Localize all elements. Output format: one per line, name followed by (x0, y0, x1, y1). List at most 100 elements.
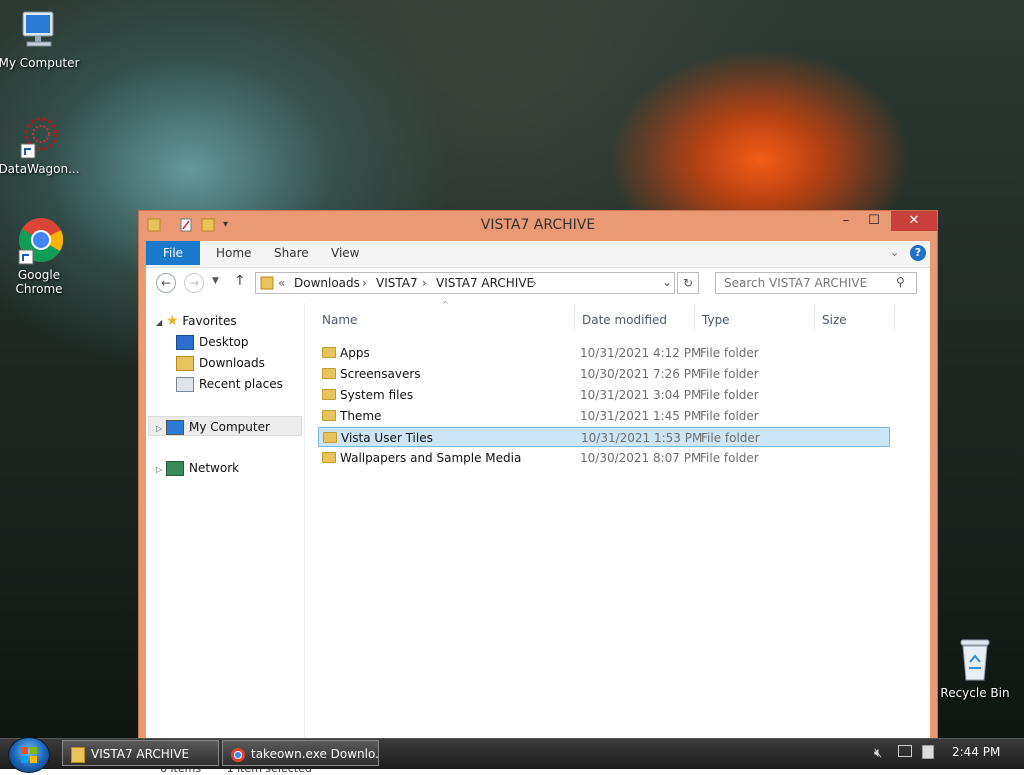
table-row[interactable]: Wallpapers and Sample Media 10/30/2021 8… (318, 448, 890, 468)
address-overflow[interactable]: « (278, 276, 285, 290)
star-icon: ★ (165, 313, 179, 329)
desktop-icon-recycle-bin[interactable]: Recycle Bin (933, 636, 1017, 700)
folder-icon (322, 389, 336, 400)
maximize-button[interactable]: ☐ (861, 211, 887, 231)
table-row[interactable]: Theme 10/31/2021 1:45 PM File folder (318, 406, 890, 426)
nav-item-label: Desktop (199, 335, 249, 349)
expand-icon[interactable]: ▷ (156, 424, 162, 433)
ribbon: File Home Share View ⌄ ? (146, 241, 930, 268)
file-date: 10/30/2021 7:26 PM (580, 367, 702, 381)
nav-item-favorites[interactable]: ◢ ★ Favorites (156, 311, 237, 331)
back-button[interactable]: ← (156, 273, 176, 293)
close-button[interactable]: ✕ (891, 211, 937, 231)
expand-ribbon-icon[interactable]: ⌄ (890, 246, 899, 259)
forward-button[interactable]: → (184, 273, 204, 293)
recent-locations-icon[interactable]: ▼ (212, 276, 219, 286)
desktop-icon-google-chrome[interactable]: Google Chrome (0, 216, 81, 296)
desktop-icon-label: Google Chrome (15, 268, 63, 296)
folder-icon (71, 746, 85, 763)
desktop: My Computer DataWagon... Google Chrome R… (0, 0, 1024, 775)
table-row-selected[interactable]: Vista User Tiles 10/31/2021 1:53 PM File… (318, 427, 890, 447)
nav-item-downloads[interactable]: Downloads (176, 353, 265, 373)
taskbar-item-chrome[interactable]: takeown.exe Downlo... (222, 740, 379, 766)
table-row[interactable]: Screensavers 10/30/2021 7:26 PM File fol… (318, 364, 890, 384)
breadcrumb-chevron-icon[interactable]: › (532, 276, 537, 290)
table-row[interactable]: System files 10/31/2021 3:04 PM File fol… (318, 385, 890, 405)
column-header-name[interactable]: Name (322, 309, 357, 331)
network-icon (165, 461, 184, 476)
desktop-icon-label: My Computer (0, 56, 80, 70)
column-header-date[interactable]: Date modified (582, 309, 667, 331)
nav-item-network[interactable]: ▷ Network (156, 458, 239, 478)
file-type: File folder (700, 409, 759, 423)
network-status-icon[interactable] (898, 745, 912, 757)
nav-item-label: My Computer (188, 420, 270, 434)
nav-item-label: Downloads (199, 356, 265, 370)
desktop-icon-label: DataWagon... (0, 162, 80, 176)
nav-item-label: Recent places (199, 377, 283, 391)
file-name: System files (340, 388, 414, 402)
column-divider[interactable] (894, 305, 895, 329)
file-date: 10/31/2021 1:53 PM (581, 431, 703, 445)
search-icon[interactable]: ⚲ (896, 275, 905, 289)
recent-places-icon (176, 377, 194, 392)
file-date: 10/30/2021 8:07 PM (580, 451, 702, 465)
action-center-icon[interactable] (922, 745, 934, 759)
nav-item-desktop[interactable]: Desktop (176, 332, 249, 352)
clock[interactable]: 2:44 PM (952, 745, 1000, 759)
folder-icon (322, 410, 336, 421)
address-dropdown-icon[interactable]: ⌄ (662, 275, 672, 289)
desktop-icon-label: Recycle Bin (940, 686, 1010, 700)
file-type: File folder (701, 431, 760, 445)
breadcrumb-segment[interactable]: VISTA7 (376, 276, 418, 290)
address-bar[interactable]: « Downloads › VISTA7 › VISTA7 ARCHIVE › … (255, 272, 675, 294)
file-name: Screensavers (340, 367, 421, 381)
tab-file[interactable]: File (146, 241, 200, 265)
taskbar-item-explorer[interactable]: VISTA7 ARCHIVE (62, 740, 219, 766)
folder-icon (323, 432, 337, 443)
minimize-button[interactable]: – (833, 211, 859, 231)
file-name: Wallpapers and Sample Media (340, 451, 522, 465)
help-icon[interactable]: ? (910, 245, 926, 261)
nav-item-my-computer[interactable]: ▷ My Computer (148, 416, 302, 436)
breadcrumb-segment[interactable]: Downloads (294, 276, 360, 290)
file-list: ^ Name Date modified Type Size Apps 10/3… (316, 300, 926, 749)
folder-icon (260, 276, 274, 293)
search-box[interactable]: Search VISTA7 ARCHIVE ⚲ (715, 272, 917, 294)
breadcrumb-chevron-icon[interactable]: › (422, 276, 427, 290)
nav-item-recent-places[interactable]: Recent places (176, 374, 283, 394)
recycle-bin-icon (955, 636, 995, 684)
window-client: File Home Share View ⌄ ? ← → ▼ ↑ « Downl… (146, 241, 930, 749)
column-divider[interactable] (814, 305, 815, 329)
tab-share[interactable]: Share (264, 241, 319, 265)
collapse-icon[interactable]: ◢ (156, 318, 162, 327)
column-header-size[interactable]: Size (822, 309, 847, 331)
file-date: 10/31/2021 3:04 PM (580, 388, 702, 402)
folder-icon (322, 452, 336, 463)
volume-muted-icon[interactable]: 🔇︎ (874, 746, 882, 761)
tab-home[interactable]: Home (206, 241, 261, 265)
desktop-icon-my-computer[interactable]: My Computer (0, 8, 81, 70)
file-date: 10/31/2021 1:45 PM (580, 409, 702, 423)
file-type: File folder (700, 367, 759, 381)
breadcrumb-chevron-icon[interactable]: › (362, 276, 367, 290)
window-title: VISTA7 ARCHIVE (480, 217, 596, 233)
up-button[interactable]: ↑ (234, 273, 246, 289)
expand-icon[interactable]: ▷ (156, 465, 162, 474)
taskbar-item-label: VISTA7 ARCHIVE (91, 747, 190, 761)
explorer-window: ▾ VISTA7 ARCHIVE – ☐ ✕ File Home Share V… (138, 210, 938, 750)
column-header-type[interactable]: Type (702, 309, 730, 331)
file-name: Vista User Tiles (341, 431, 433, 445)
folder-icon (322, 347, 336, 358)
refresh-button[interactable]: ↻ (677, 272, 699, 294)
column-divider[interactable] (574, 305, 575, 329)
table-row[interactable]: Apps 10/31/2021 4:12 PM File folder (318, 343, 890, 363)
tab-view[interactable]: View (321, 241, 369, 265)
title-bar[interactable]: ▾ VISTA7 ARCHIVE – ☐ ✕ (139, 211, 937, 241)
file-type: File folder (700, 451, 759, 465)
breadcrumb-segment[interactable]: VISTA7 ARCHIVE (436, 276, 534, 290)
desktop-icon-datawagon[interactable]: DataWagon... (0, 112, 81, 176)
column-divider[interactable] (694, 305, 695, 329)
sort-ascending-icon: ^ (442, 300, 449, 309)
search-input[interactable]: Search VISTA7 ARCHIVE (724, 276, 867, 290)
